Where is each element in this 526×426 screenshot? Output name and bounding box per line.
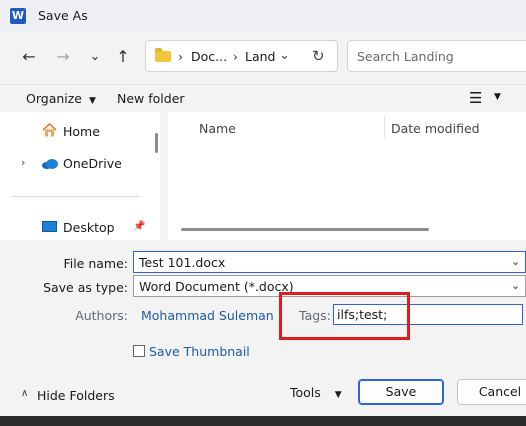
window-title: Save As xyxy=(38,8,88,23)
cancel-button[interactable]: Cancel xyxy=(457,379,526,405)
forward-arrow-icon[interactable]: → xyxy=(51,45,75,69)
file-list-horizontal-scrollbar[interactable] xyxy=(181,228,429,231)
tools-dropdown-icon: ▼ xyxy=(334,390,342,400)
tools-label: Tools xyxy=(290,385,321,400)
save-as-dialog: W Save As ← → ⌄ ↑ › Doc... › Land ⌄ ↻ Se… xyxy=(0,0,526,416)
navigation-pane: Home › OneDrive Desktop 📌 xyxy=(0,112,160,240)
collapse-chevron-icon[interactable]: ∧ xyxy=(21,388,28,399)
folder-icon xyxy=(155,48,171,62)
expand-chevron-icon[interactable]: › xyxy=(21,156,25,169)
view-options-icon[interactable]: ☰ xyxy=(469,89,482,107)
file-name-value: Test 101.docx xyxy=(139,255,226,270)
word-app-icon: W xyxy=(10,8,26,24)
search-input[interactable]: Search Landing xyxy=(347,40,526,72)
save-as-type-value: Word Document (*.docx) xyxy=(139,279,294,294)
authors-link[interactable]: Mohammad Suleman xyxy=(141,308,274,323)
address-dropdown-icon[interactable]: ⌄ xyxy=(279,48,290,63)
sidebar-divider xyxy=(12,196,140,197)
save-as-type-dropdown-icon[interactable]: ⌄ xyxy=(511,279,520,292)
up-arrow-icon[interactable]: ↑ xyxy=(111,45,135,69)
back-arrow-icon[interactable]: ← xyxy=(17,45,41,69)
recent-locations-chevron-icon[interactable]: ⌄ xyxy=(83,45,107,69)
save-button[interactable]: Save xyxy=(358,379,444,405)
address-bar[interactable]: › Doc... › Land ⌄ ↻ xyxy=(145,40,338,72)
organize-button[interactable]: Organize ▼ xyxy=(26,91,96,106)
breadcrumb-separator: › xyxy=(178,49,183,64)
save-thumbnail-checkbox[interactable] xyxy=(133,345,145,357)
breadcrumb-documents[interactable]: Doc... xyxy=(191,49,227,64)
toolbar-divider xyxy=(0,84,526,85)
file-name-label: File name: xyxy=(63,256,128,271)
onedrive-cloud-icon xyxy=(41,158,59,169)
organize-dropdown-icon: ▼ xyxy=(88,96,96,106)
title-bar: W Save As xyxy=(0,0,526,32)
tools-button[interactable]: Tools ▼ xyxy=(290,385,342,400)
sidebar-item-onedrive[interactable]: OneDrive xyxy=(63,156,122,171)
breadcrumb-landing[interactable]: Land xyxy=(245,49,275,64)
highlight-box xyxy=(279,292,410,340)
pin-icon: 📌 xyxy=(133,221,146,232)
refresh-icon[interactable]: ↻ xyxy=(312,47,325,65)
column-divider[interactable] xyxy=(384,116,385,138)
breadcrumb-separator: › xyxy=(233,49,238,64)
column-header-name[interactable]: Name xyxy=(199,121,236,136)
sidebar-item-home[interactable]: Home xyxy=(63,124,100,139)
column-header-date-modified[interactable]: Date modified xyxy=(391,121,480,136)
hide-folders-button[interactable]: Hide Folders xyxy=(37,388,115,403)
view-dropdown-icon[interactable]: ▼ xyxy=(494,92,501,102)
home-icon xyxy=(42,122,57,137)
save-as-type-label: Save as type: xyxy=(43,280,128,295)
authors-label: Authors: xyxy=(75,308,128,323)
new-folder-button[interactable]: New folder xyxy=(117,91,185,106)
sidebar-scrollbar[interactable] xyxy=(155,133,158,153)
file-list: Name Date modified xyxy=(168,112,526,240)
save-thumbnail-label[interactable]: Save Thumbnail xyxy=(149,344,250,359)
organize-label: Organize xyxy=(26,91,82,106)
sidebar-item-desktop[interactable]: Desktop xyxy=(63,220,115,235)
desktop-icon xyxy=(42,221,57,232)
file-name-dropdown-icon[interactable]: ⌄ xyxy=(511,255,520,268)
file-name-input[interactable]: Test 101.docx xyxy=(133,251,526,273)
